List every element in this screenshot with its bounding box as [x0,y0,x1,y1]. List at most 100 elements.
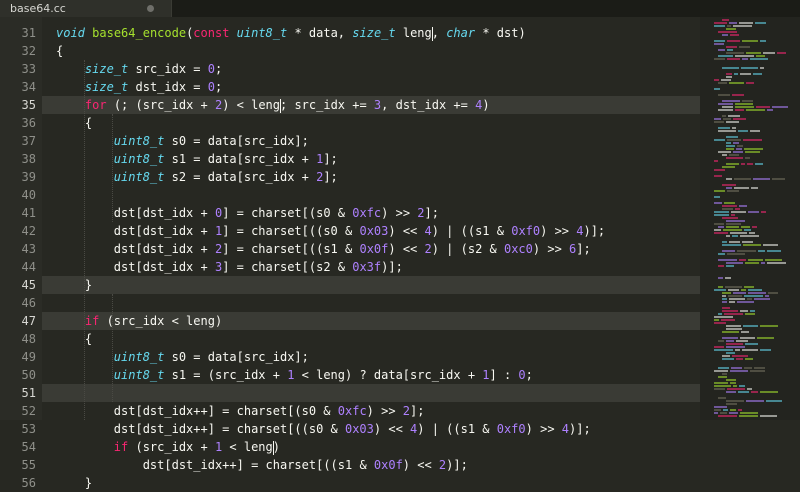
minimap-stroke [757,337,774,339]
minimap-stroke [714,406,727,408]
minimap-stroke [736,340,748,342]
minimap-stroke [745,358,753,360]
minimap-stroke [732,235,738,237]
minimap-stroke [733,118,746,120]
minimap-stroke [714,196,720,198]
minimap-stroke [718,376,727,378]
line-number: 56 [21,476,36,490]
minimap-stroke [739,46,750,48]
minimap-stroke [714,58,725,60]
code-area[interactable]: void base64_encode(const uint8_t * data,… [56,24,696,492]
minimap-stroke [714,214,729,216]
minimap-stroke [729,298,745,300]
minimap-stroke [736,358,743,360]
minimap-stroke [751,187,758,189]
code-line-52: dst[dst_idx++] = charset[(s0 & 0xfc) >> … [113,404,425,418]
minimap-stroke [727,58,740,60]
minimap-stroke [724,202,735,204]
line-number: 39 [21,170,36,184]
minimap-stroke [718,265,724,267]
minimap-stroke [768,292,778,294]
code-line-55: dst[dst_idx++] = charset[((s1 & 0x0f) <<… [142,458,468,472]
minimap-stroke [731,211,746,213]
minimap-stroke [714,370,728,372]
minimap-stroke [748,292,766,294]
minimap-stroke [745,151,760,153]
minimap-stroke [722,154,727,156]
line-number: 40 [21,188,36,202]
minimap-stroke [714,412,718,414]
minimap-stroke [767,250,781,252]
minimap-stroke [741,331,749,333]
minimap-stroke [726,235,730,237]
line-number: 42 [21,224,36,238]
minimap-stroke [714,349,733,351]
minimap-stroke [742,241,753,243]
minimap-stroke [714,223,724,225]
minimap-stroke [752,226,757,228]
minimap-stroke [722,166,735,168]
code-editor[interactable]: 31 32 33 34 35 36 37 38 39 40 41 42 43 44 45 46 47 48 49 50… [0,17,700,490]
minimap-stroke [750,58,768,60]
minimap-stroke [714,322,726,324]
code-line-35: for (; (src_idx + 2) < leng; src_idx += … [84,98,490,113]
minimap-stroke [744,295,763,297]
code-line-41: dst[dst_idx + 0] = charset[(s0 & 0xfc) >… [113,206,439,220]
line-number: 48 [21,332,36,346]
code-line-50: uint8_t s1 = (src_idx + 1 < leng) ? data… [113,368,533,382]
line-number: 44 [21,260,36,274]
minimap-stroke [737,250,756,252]
code-line-31: void base64_encode(const uint8_t * data,… [56,26,526,41]
minimap-stroke [726,28,736,30]
minimap-stroke [730,409,736,411]
minimap-stroke [742,100,753,102]
minimap-stroke [726,400,744,402]
minimap-stroke [772,178,785,180]
line-number: 51 [21,386,36,400]
minimap-stroke [718,286,723,288]
minimap-stroke [761,262,765,264]
line-number: 36 [21,116,36,130]
minimap-stroke [726,403,737,405]
minimap-stroke [755,22,766,24]
minimap[interactable] [700,17,800,420]
code-line-34: size_t dst_idx = 0; [84,80,223,94]
minimap-stroke [745,157,750,159]
minimap-stroke [722,355,730,357]
minimap-stroke [729,301,735,303]
minimap-stroke [735,106,754,108]
minimap-stroke [732,127,736,129]
minimap-stroke [745,262,759,264]
line-number-gutter[interactable]: 31 32 33 34 35 36 37 38 39 40 41 42 43 44 45 46 47 48 49 50… [0,17,42,490]
minimap-stroke [714,88,720,90]
minimap-stroke [714,190,725,192]
minimap-stroke [743,244,761,246]
minimap-stroke [725,277,731,279]
minimap-stroke [772,106,788,108]
minimap-stroke [726,265,734,267]
minimap-stroke [714,346,724,348]
minimap-stroke [714,79,719,81]
code-line-42: dst[dst_idx + 1] = charset[((s0 & 0x03) … [113,224,606,238]
minimap-stroke [741,67,758,69]
minimap-stroke [721,79,731,81]
line-number: 52 [21,404,36,418]
line-number: 38 [21,152,36,166]
minimap-stroke [739,22,753,24]
minimap-stroke [722,100,740,102]
line-number: 37 [21,134,36,148]
minimap-stroke [718,397,726,399]
code-line-32: { [56,44,64,58]
minimap-stroke [740,337,755,339]
minimap-stroke [714,211,729,213]
minimap-stroke [745,343,758,345]
minimap-stroke [722,337,738,339]
minimap-stroke [760,40,766,42]
code-line-45: } [84,278,93,292]
tab-base64-cc[interactable]: base64.cc [0,0,172,17]
unsaved-dot-icon[interactable] [147,5,154,12]
code-line-39: uint8_t s2 = data[src_idx + 2]; [113,170,338,184]
minimap-stroke [739,415,758,417]
minimap-stroke [727,139,741,141]
